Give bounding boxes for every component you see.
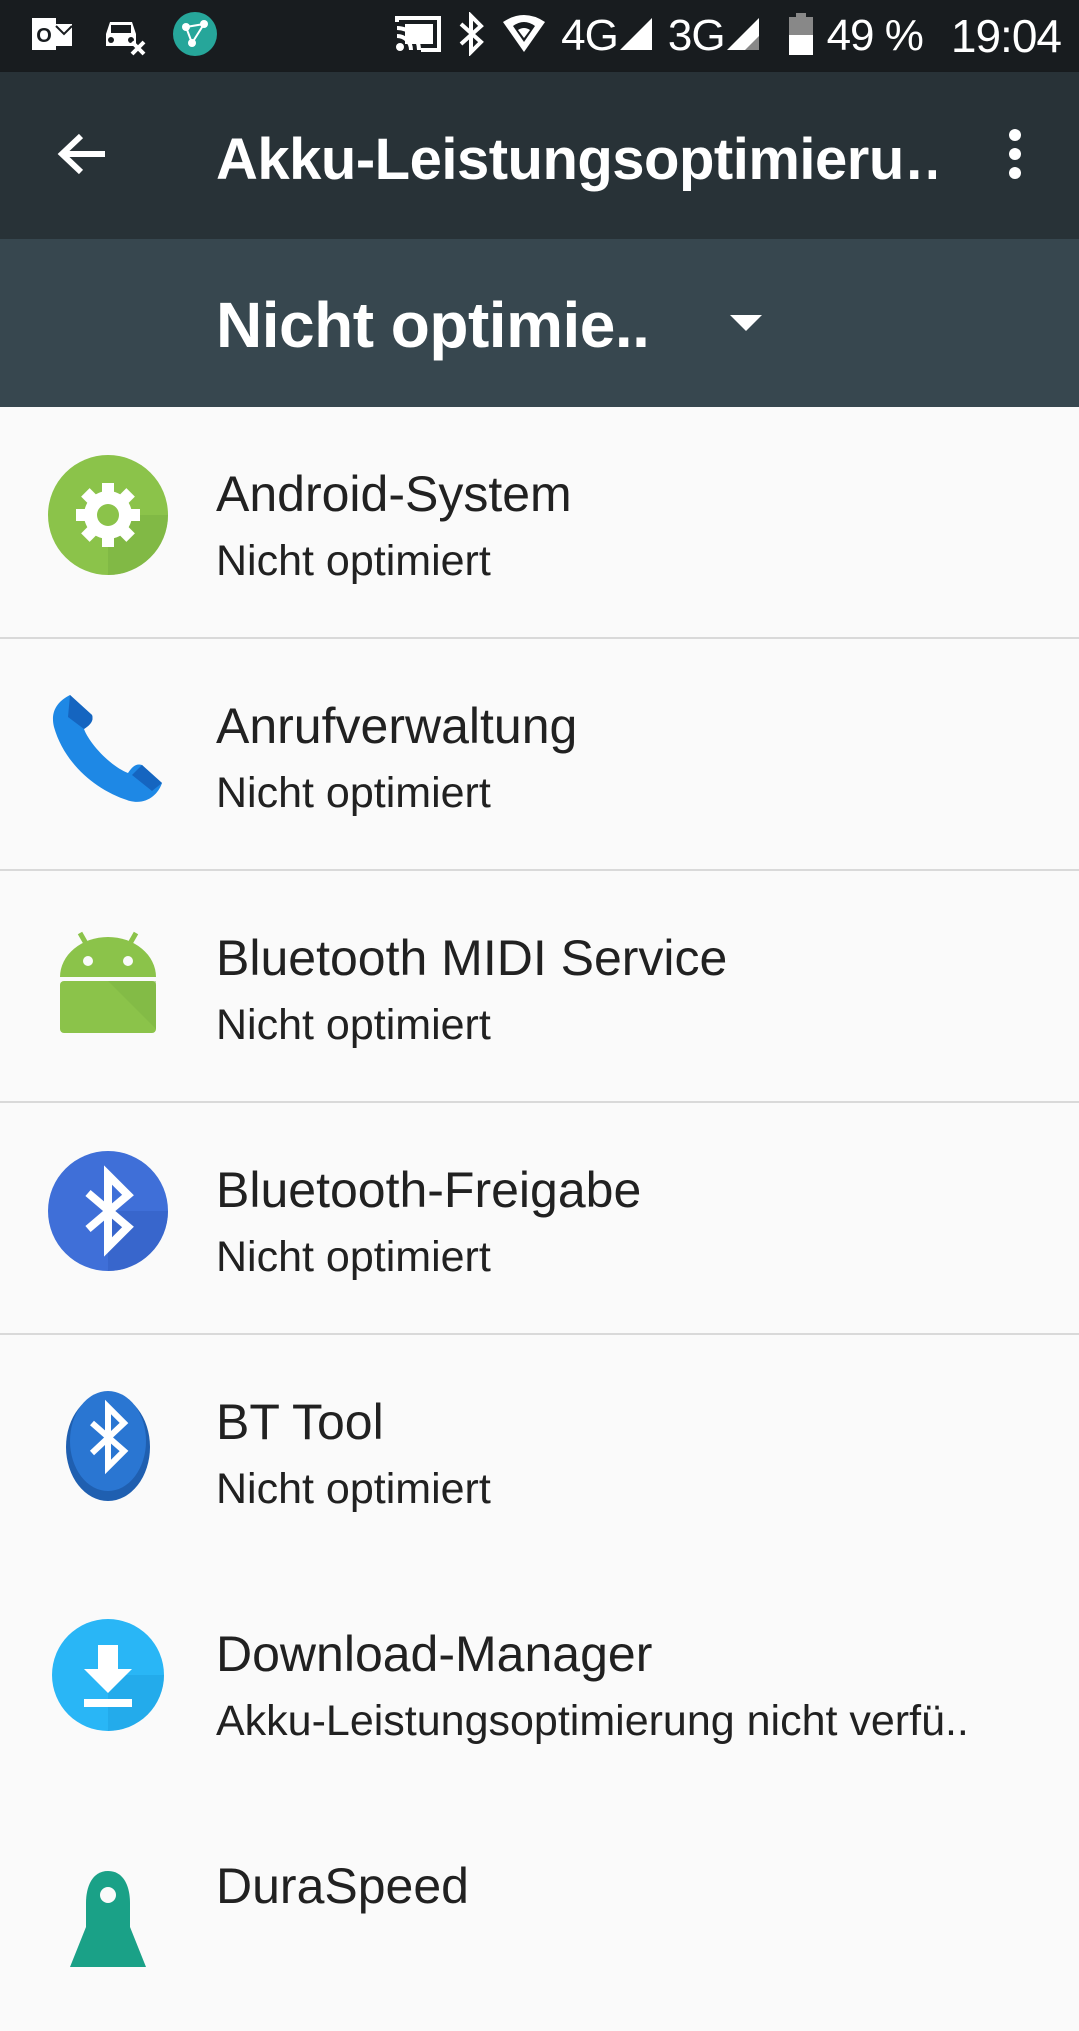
more-vert-icon: [1007, 128, 1023, 184]
more-options-button[interactable]: [979, 114, 1051, 198]
list-item[interactable]: Bluetooth-Freigabe Nicht optimiert: [0, 1103, 1079, 1335]
rocket-icon: [48, 1847, 168, 1967]
list-item[interactable]: Anrufverwaltung Nicht optimiert: [0, 639, 1079, 871]
app-name: Android-System: [216, 466, 572, 522]
android-icon: [48, 919, 168, 1039]
app-name: Bluetooth-Freigabe: [216, 1162, 642, 1218]
app-name: Download-Manager: [216, 1626, 653, 1682]
svg-text:O: O: [36, 25, 52, 47]
status-bar: O 4G 3G 49 % 19:04: [0, 0, 1079, 72]
network-type-4g: 4G: [561, 11, 619, 60]
download-icon: [48, 1615, 168, 1735]
wifi-icon: [501, 14, 547, 59]
outlook-icon: O: [30, 14, 74, 59]
app-name: DuraSpeed: [216, 1858, 469, 1914]
bluetooth-badge-icon: [48, 1383, 168, 1503]
signal-icon: [725, 16, 761, 57]
list-item[interactable]: Bluetooth MIDI Service Nicht optimiert: [0, 871, 1079, 1103]
app-list: Android-System Nicht optimiert Anrufverw…: [0, 407, 1079, 2031]
gear-icon: [48, 455, 168, 575]
app-status: Nicht optimiert: [216, 537, 491, 585]
app-status: Nicht optimiert: [216, 1465, 491, 1513]
list-item[interactable]: Download-Manager Akku-Leistungsoptimieru…: [0, 1567, 1079, 1799]
app-status: Nicht optimiert: [216, 769, 491, 817]
battery-icon: [788, 12, 813, 60]
clock: 19:04: [950, 10, 1062, 62]
filter-dropdown[interactable]: Nicht optimie..: [216, 285, 776, 365]
app-status: Nicht optimiert: [216, 1001, 491, 1049]
battery-percent: 49 %: [826, 11, 924, 60]
network-type-3g: 3G: [667, 11, 726, 60]
cast-icon: [393, 14, 443, 59]
list-item[interactable]: DuraSpeed: [0, 1799, 1079, 2031]
list-item[interactable]: Android-System Nicht optimiert: [0, 407, 1079, 639]
page-title: Akku-Leistungsoptimieru…: [216, 127, 936, 192]
app-name: Anrufverwaltung: [216, 698, 578, 754]
signal-icon: [618, 16, 654, 57]
app-name: Bluetooth MIDI Service: [216, 930, 728, 986]
network-app-icon: [172, 11, 218, 62]
arrow-back-icon: [57, 132, 107, 181]
dropdown-arrow-icon: [730, 315, 762, 331]
back-button[interactable]: [40, 114, 124, 198]
car-crossed-icon: [100, 12, 146, 61]
list-item[interactable]: BT Tool Nicht optimiert: [0, 1335, 1079, 1567]
app-bar: Akku-Leistungsoptimieru…: [0, 72, 1079, 239]
bluetooth-icon: [457, 10, 487, 61]
filter-bar: Nicht optimie..: [0, 239, 1079, 407]
app-name: BT Tool: [216, 1394, 384, 1450]
bluetooth-icon: [48, 1151, 168, 1271]
app-status: Nicht optimiert: [216, 1233, 491, 1281]
app-status: Akku-Leistungsoptimierung nicht verfü..: [216, 1697, 969, 1745]
filter-selected-label: Nicht optimie..: [216, 289, 650, 361]
phone-icon: [48, 687, 168, 807]
